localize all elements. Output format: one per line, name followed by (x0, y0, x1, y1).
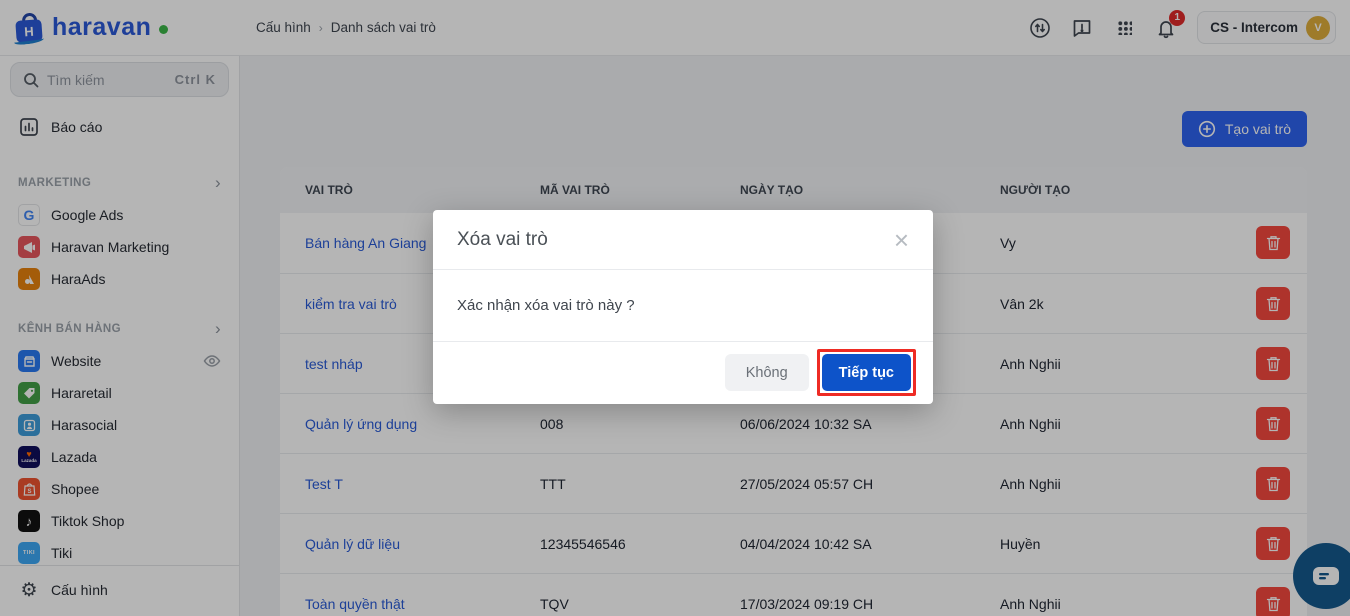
modal-title: Xóa vai trò (457, 228, 548, 250)
cancel-button[interactable]: Không (724, 354, 809, 391)
delete-role-modal: Xóa vai trò × Xác nhận xóa vai trò này ?… (433, 210, 933, 404)
close-icon[interactable]: × (894, 227, 909, 253)
modal-message: Xác nhận xóa vai trò này ? (457, 297, 635, 314)
click-target-annotation: Tiếp tục (816, 349, 916, 396)
confirm-button[interactable]: Tiếp tục (821, 354, 911, 391)
